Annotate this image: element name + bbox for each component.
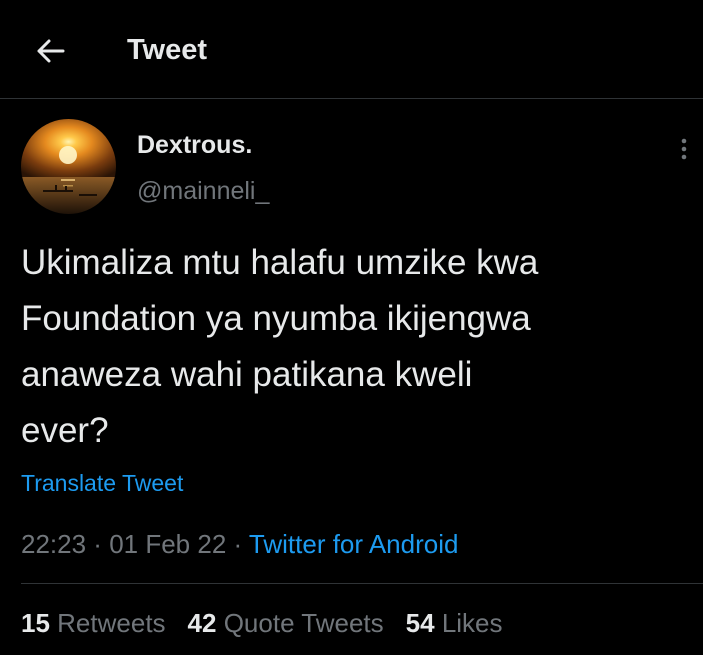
retweets-stat[interactable]: 15 Retweets — [21, 606, 166, 640]
tweet-time[interactable]: 22:23 — [21, 529, 86, 559]
retweets-label: Retweets — [57, 608, 166, 638]
tweet-stats: 15 Retweets 42 Quote Tweets 54 Likes — [21, 606, 525, 640]
tweet-text-line: ever? — [21, 411, 109, 450]
back-button[interactable] — [30, 33, 70, 69]
tweet-meta: 22:23 · 01 Feb 22 · Twitter for Android — [21, 527, 458, 561]
arrow-left-icon — [37, 39, 65, 63]
tweet-header: Tweet — [0, 0, 703, 99]
tweet-date[interactable]: 01 Feb 22 — [109, 529, 226, 559]
quote-tweets-label: Quote Tweets — [223, 608, 384, 638]
tweet-text: Ukimaliza mtu halafu umzike kwa Foundati… — [21, 235, 691, 459]
quote-tweets-stat[interactable]: 42 Quote Tweets — [188, 606, 384, 640]
divider — [21, 583, 703, 584]
display-name[interactable]: Dextrous. — [137, 130, 252, 160]
retweets-count: 15 — [21, 608, 50, 638]
translate-tweet-link[interactable]: Translate Tweet — [21, 468, 183, 498]
avatar[interactable] — [21, 119, 116, 214]
tweet-text-line: anaweza wahi patikana kweli — [21, 355, 473, 394]
likes-count: 54 — [405, 608, 435, 638]
more-options-button[interactable] — [672, 133, 696, 165]
meta-separator: · — [86, 529, 110, 559]
tweet-text-line: Foundation ya nyumba ikijengwa — [21, 299, 531, 338]
more-vertical-icon — [681, 138, 687, 160]
likes-stat[interactable]: 54 Likes — [406, 606, 503, 640]
sunset-photo — [21, 119, 116, 214]
user-handle[interactable]: @mainneli_ — [137, 176, 269, 206]
page-title: Tweet — [127, 34, 208, 66]
tweet-source-link[interactable]: Twitter for Android — [249, 529, 459, 559]
meta-separator: · — [226, 529, 249, 559]
quote-tweets-count: 42 — [187, 608, 217, 638]
likes-label: Likes — [441, 608, 503, 638]
tweet-text-line: Ukimaliza mtu halafu umzike kwa — [21, 243, 539, 282]
